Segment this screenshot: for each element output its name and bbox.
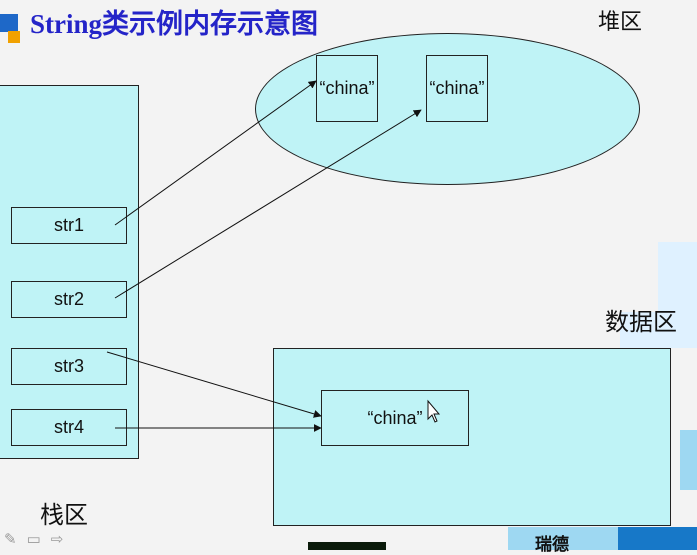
reference-arrows xyxy=(106,80,441,432)
arrow-str1-to-heap1 xyxy=(114,80,317,226)
arrow-right-icon[interactable]: ⇨ xyxy=(51,531,74,548)
menu-icon[interactable]: ▭ xyxy=(27,531,51,548)
pen-icon[interactable]: ✎ xyxy=(4,531,27,548)
slide-nav[interactable]: ✎▭⇨ xyxy=(4,530,73,548)
arrow-str3-to-data xyxy=(106,351,322,418)
footer-brand: 瑞德 xyxy=(535,535,569,554)
green-watermark xyxy=(308,542,386,550)
mouse-cursor-icon xyxy=(427,399,441,423)
arrow-str2-to-heap2 xyxy=(114,109,422,299)
